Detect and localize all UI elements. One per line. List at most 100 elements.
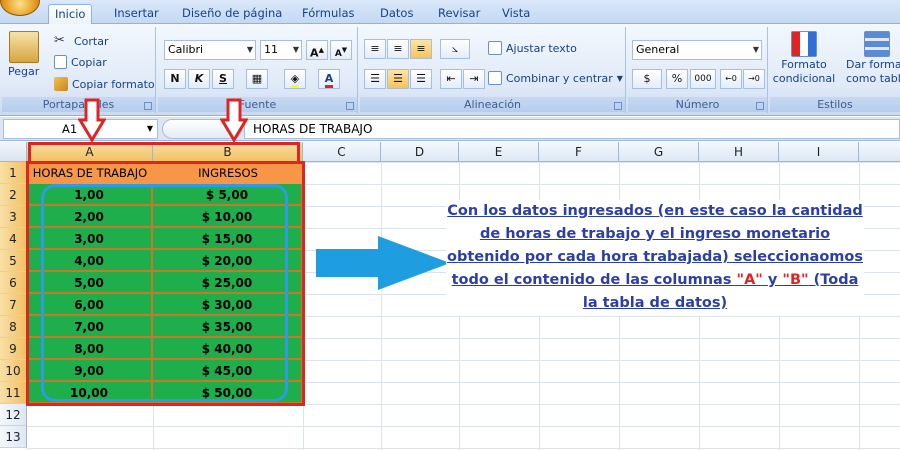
formula-bar: A1 ▼ fx HORAS DE TRABAJO	[0, 117, 900, 141]
decrease-indent-icon: ⇤	[446, 72, 456, 85]
copy-icon	[54, 55, 67, 69]
callout-col-b: "B"	[782, 272, 809, 288]
dialog-launcher-icon[interactable]	[144, 102, 152, 110]
group-estilos: Formato condicional Dar formato como tab…	[770, 27, 900, 113]
conditional-format-button[interactable]: Formato condicional	[770, 31, 838, 85]
row-header-12[interactable]: 12	[0, 404, 27, 426]
currency-button[interactable]: $	[632, 69, 662, 89]
align-middle-button[interactable]: ≡	[387, 39, 409, 59]
group-label-estilos: Estilos	[770, 97, 900, 112]
font-color-icon: A	[324, 72, 334, 88]
increase-decimal-button[interactable]: ←0	[720, 69, 742, 89]
row-header-3[interactable]: 3	[0, 206, 27, 228]
office-button[interactable]	[0, 0, 40, 16]
align-right-button[interactable]: ☰	[410, 69, 432, 89]
row-header-4[interactable]: 4	[0, 228, 27, 250]
merge-cells-icon	[488, 71, 502, 85]
column-header-g[interactable]: G	[619, 142, 699, 162]
wrap-text-icon	[488, 41, 502, 55]
row-header-5[interactable]: 5	[0, 250, 27, 272]
increase-indent-button[interactable]: ⇥	[463, 69, 485, 89]
format-as-table-button[interactable]: Dar formato como tabla	[842, 31, 900, 85]
tab-datos[interactable]: Datos	[374, 4, 419, 24]
italic-button[interactable]: K	[188, 69, 210, 89]
format-painter-button[interactable]: Copiar formato	[54, 77, 155, 91]
dialog-launcher-icon[interactable]	[614, 102, 622, 110]
cut-label: Cortar	[74, 34, 109, 48]
underline-button[interactable]: S	[212, 69, 234, 89]
callout-and: y	[762, 272, 783, 288]
grow-font-button[interactable]: A▲	[306, 40, 328, 60]
column-header-f[interactable]: F	[539, 142, 619, 162]
paste-button[interactable]: Pegar	[8, 31, 39, 78]
tab-insertar[interactable]: Insertar	[108, 4, 165, 24]
group-label-numero: Número	[628, 97, 767, 112]
column-header-h[interactable]: H	[699, 142, 779, 162]
row-header-11[interactable]: 11	[0, 382, 27, 404]
group-numero: General ▼ $ % 000 ←0 →0 Número	[628, 27, 768, 113]
wrap-text-button[interactable]: Ajustar texto	[488, 41, 577, 55]
number-format-value: General	[636, 43, 680, 56]
wrap-text-label: Ajustar texto	[506, 41, 577, 55]
percent-button[interactable]: %	[666, 69, 688, 89]
decrease-decimal-button[interactable]: →0	[743, 69, 765, 89]
orientation-button[interactable]: ⦣	[440, 39, 470, 59]
format-painter-label: Copiar formato	[72, 77, 155, 91]
row-header-1[interactable]: 1	[0, 162, 27, 184]
arrow-down-icon	[220, 98, 248, 142]
select-all-button[interactable]	[0, 142, 27, 162]
increase-indent-icon: ⇥	[469, 72, 479, 85]
number-format-combo[interactable]: General ▼	[632, 40, 762, 60]
font-size-combo[interactable]: 11 ▼	[260, 40, 302, 60]
formula-input[interactable]: HORAS DE TRABAJO	[244, 119, 900, 139]
tab-vista[interactable]: Vista	[496, 4, 536, 24]
row-header-13[interactable]: 13	[0, 426, 27, 448]
align-top-button[interactable]: ≡	[364, 39, 386, 59]
align-bottom-icon: ≡	[416, 42, 426, 55]
column-header-i[interactable]: I	[779, 142, 859, 162]
cut-button[interactable]: ✂ Cortar	[54, 33, 109, 49]
align-right-icon: ☰	[416, 72, 426, 85]
conditional-format-label-1: Formato	[781, 58, 827, 71]
data-highlight	[41, 184, 288, 402]
arrow-down-icon	[78, 98, 106, 142]
row-header-10[interactable]: 10	[0, 360, 27, 382]
row-header-7[interactable]: 7	[0, 294, 27, 316]
row-header-2[interactable]: 2	[0, 184, 27, 206]
font-name-value: Calibri	[168, 43, 204, 56]
gridline	[381, 162, 382, 450]
column-header-j[interactable]	[859, 142, 900, 162]
shrink-font-button[interactable]: A▼	[330, 40, 352, 60]
fill-color-button[interactable]: ◈	[284, 69, 306, 89]
column-header-e[interactable]: E	[459, 142, 539, 162]
thousands-button[interactable]: 000	[690, 69, 716, 89]
ribbon: Pegar ✂ Cortar Copiar Copiar formato Por…	[0, 24, 900, 116]
row-header-8[interactable]: 8	[0, 316, 27, 338]
font-name-combo[interactable]: Calibri ▼	[164, 40, 256, 60]
paintbrush-icon	[54, 77, 68, 91]
merge-center-button[interactable]: Combinar y centrar ▼	[488, 71, 623, 85]
dialog-launcher-icon[interactable]	[346, 102, 354, 110]
align-center-button[interactable]: ☰	[387, 69, 409, 89]
bold-button[interactable]: N	[164, 69, 186, 89]
align-bottom-button[interactable]: ≡	[410, 39, 432, 59]
tab-revisar[interactable]: Revisar	[432, 4, 486, 24]
align-left-button[interactable]: ☰	[364, 69, 386, 89]
name-box-value: A1	[62, 122, 78, 136]
group-alineacion: ≡ ≡ ≡ ⦣ Ajustar texto ☰ ☰ ☰ ⇤ ⇥ Combinar…	[360, 27, 626, 113]
borders-button[interactable]: ▦	[246, 69, 268, 89]
font-color-button[interactable]: A	[318, 69, 340, 89]
dialog-launcher-icon[interactable]	[756, 102, 764, 110]
tab-diseno-pagina[interactable]: Diseño de página	[176, 4, 288, 24]
align-left-icon: ☰	[370, 72, 380, 85]
row-header-6[interactable]: 6	[0, 272, 27, 294]
tab-inicio[interactable]: Inicio	[48, 4, 93, 25]
decrease-indent-button[interactable]: ⇤	[440, 69, 462, 89]
tab-formulas[interactable]: Fórmulas	[296, 4, 361, 24]
column-header-c[interactable]: C	[303, 142, 381, 162]
column-header-d[interactable]: D	[381, 142, 459, 162]
clipboard-icon	[8, 31, 39, 63]
copy-button[interactable]: Copiar	[54, 55, 107, 69]
row-header-9[interactable]: 9	[0, 338, 27, 360]
table-style-icon	[864, 31, 890, 57]
